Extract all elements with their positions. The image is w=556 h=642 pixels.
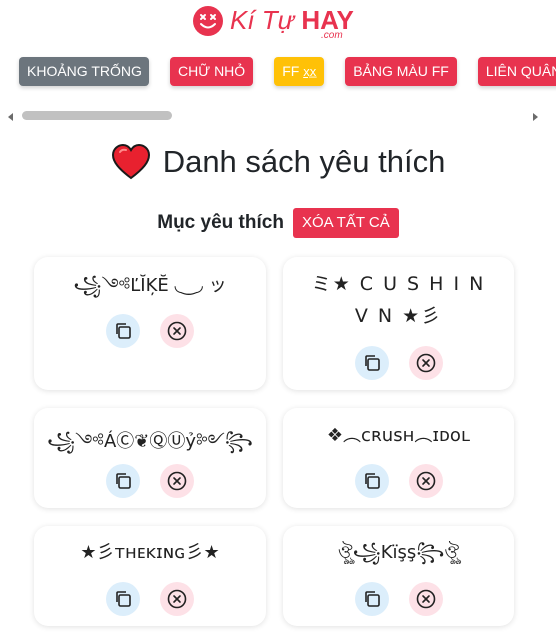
remove-button[interactable] [408, 346, 443, 380]
favorite-text[interactable]: ꧁༺ÁⒸ❦ⓆⓊỷ༻꧂ [44, 426, 256, 458]
copy-icon [116, 473, 131, 489]
remove-icon [416, 471, 435, 491]
remove-button[interactable] [160, 582, 194, 616]
clear-all-button[interactable]: XÓA TẤT CẢ [292, 208, 399, 238]
nav-khoang-trong[interactable]: KHOẢNG TRỐNG [19, 57, 149, 86]
favorite-text[interactable]: ❖︵cʀusʜ︵ɪᴅᴏʟ [293, 420, 504, 452]
remove-icon [416, 589, 435, 609]
favorite-card: ঔৣ꧁Kïşş꧂ঔৣ [283, 526, 514, 626]
copy-button[interactable] [106, 464, 140, 498]
favorite-text[interactable]: ミ★ C U S H I N V N ★彡 [301, 268, 496, 332]
copy-icon [364, 473, 380, 489]
remove-icon [167, 471, 187, 491]
copy-icon [116, 591, 131, 607]
copy-icon [364, 591, 380, 607]
remove-icon [167, 321, 187, 341]
remove-button[interactable] [408, 582, 443, 616]
category-nav: KHOẢNG TRỐNG CHỮ NHỎ FF xx̲ BẢNG MÀU FF … [0, 48, 556, 126]
favorite-text[interactable]: ★彡ᴛʜᴇᴋɪɴɢ彡★ [44, 537, 256, 569]
favorite-text[interactable]: ꧁༺ĽĬĶĔ ◟‿◞ ッ [44, 270, 256, 302]
remove-icon [416, 353, 435, 373]
favorite-text[interactable]: ঔৣ꧁Kïşş꧂ঔৣ [293, 537, 504, 569]
favorite-card: ꧁༺ĽĬĶĔ ◟‿◞ ッ [34, 257, 266, 390]
favorites-header: Mục yêu thích XÓA TẤT CẢ [0, 207, 556, 239]
site-logo[interactable]: Kí Tự HAY .com [193, 4, 363, 42]
logo-domain: .com [321, 30, 343, 41]
scroll-left-arrow-icon[interactable] [8, 113, 13, 121]
remove-button[interactable] [160, 314, 194, 348]
page-title: Danh sách yêu thích [162, 144, 446, 179]
nav-bang-mau-ff[interactable]: BẢNG MÀU FF [345, 57, 457, 86]
remove-button[interactable] [160, 464, 194, 498]
scroll-right-arrow-icon[interactable] [533, 113, 538, 121]
horizontal-scrollbar[interactable] [22, 111, 172, 120]
remove-button[interactable] [408, 464, 443, 498]
copy-icon [364, 355, 380, 371]
copy-button[interactable] [354, 346, 389, 380]
copy-icon [116, 323, 131, 339]
heart-icon [111, 144, 150, 180]
favorite-card: ❖︵cʀusʜ︵ɪᴅᴏʟ [283, 408, 514, 508]
copy-button[interactable] [106, 582, 140, 616]
remove-icon [167, 589, 187, 609]
nav-lien-quan[interactable]: LIÊN QUÂN [477, 57, 556, 86]
favorite-card: ★彡ᴛʜᴇᴋɪɴɢ彡★ [34, 526, 266, 626]
nav-chu-nho[interactable]: CHỮ NHỎ [170, 57, 254, 86]
nav-ff-xx[interactable]: FF xx̲ [274, 57, 325, 86]
favorite-card: ꧁༺ÁⒸ❦ⓆⓊỷ༻꧂ [34, 408, 266, 508]
favorite-card: ミ★ C U S H I N V N ★彡 [283, 257, 514, 390]
copy-button[interactable] [106, 314, 140, 348]
site-header: Kí Tự HAY .com [0, 0, 556, 48]
favorites-heading: Mục yêu thích [157, 212, 284, 233]
copy-button[interactable] [354, 464, 389, 498]
copy-button[interactable] [354, 582, 389, 616]
logo-smiley-icon [193, 6, 223, 36]
title-row: Danh sách yêu thích [0, 140, 556, 184]
